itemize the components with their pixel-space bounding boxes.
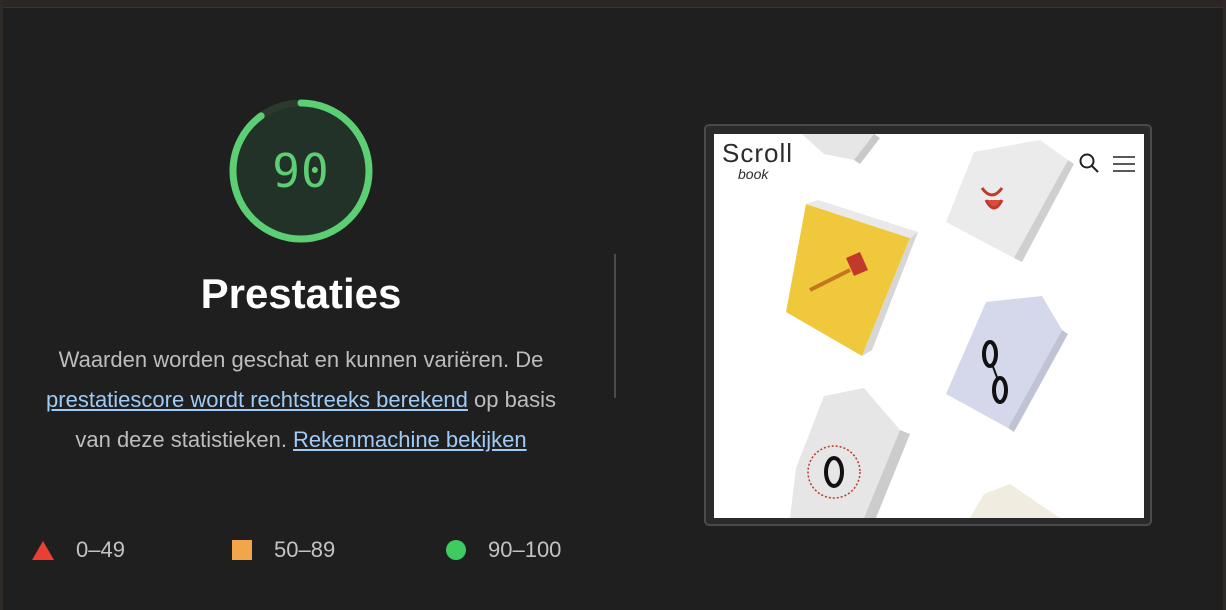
site-logo-subtitle: book — [738, 166, 769, 182]
legend-range-pass: 90–100 — [488, 537, 562, 562]
page-screenshot[interactable]: Scroll book — [714, 134, 1144, 518]
book-white-face — [946, 140, 1074, 262]
fail-triangle-icon — [32, 540, 54, 560]
frame-border-left — [0, 0, 3, 610]
legend-range-fail: 0–49 — [76, 537, 125, 562]
description-text-1: Waarden worden geschat en kunnen variëre… — [58, 347, 544, 372]
category-title: Prestaties — [200, 270, 402, 317]
book-top-partial — [802, 134, 880, 164]
calculator-link[interactable]: Rekenmachine bekijken — [293, 427, 527, 452]
legend-item-average: 50–89 — [232, 536, 335, 564]
score-description: Waarden worden geschat en kunnen variëre… — [30, 340, 572, 460]
vertical-divider — [614, 254, 616, 398]
pass-circle-icon — [446, 540, 466, 560]
book-yellow-hammer — [786, 200, 918, 356]
book-illustrations — [786, 134, 1074, 518]
book-bottom-partial — [970, 484, 1060, 518]
top-bar — [0, 0, 1226, 8]
average-square-icon — [232, 540, 252, 560]
book-handcuffs — [946, 296, 1068, 432]
performance-score-gauge: 90 — [226, 96, 376, 246]
legend-range-average: 50–89 — [274, 537, 336, 562]
site-logo: Scroll — [722, 138, 794, 168]
hamburger-menu-icon[interactable] — [1112, 154, 1136, 174]
legend-item-fail: 0–49 — [32, 536, 125, 564]
score-calculation-link[interactable]: prestatiescore wordt rechtstreeks bereke… — [46, 387, 468, 412]
legend-item-pass: 90–100 — [446, 536, 561, 564]
book-ring — [790, 388, 910, 518]
score-value: 90 — [272, 144, 330, 198]
search-icon[interactable] — [1078, 152, 1100, 174]
